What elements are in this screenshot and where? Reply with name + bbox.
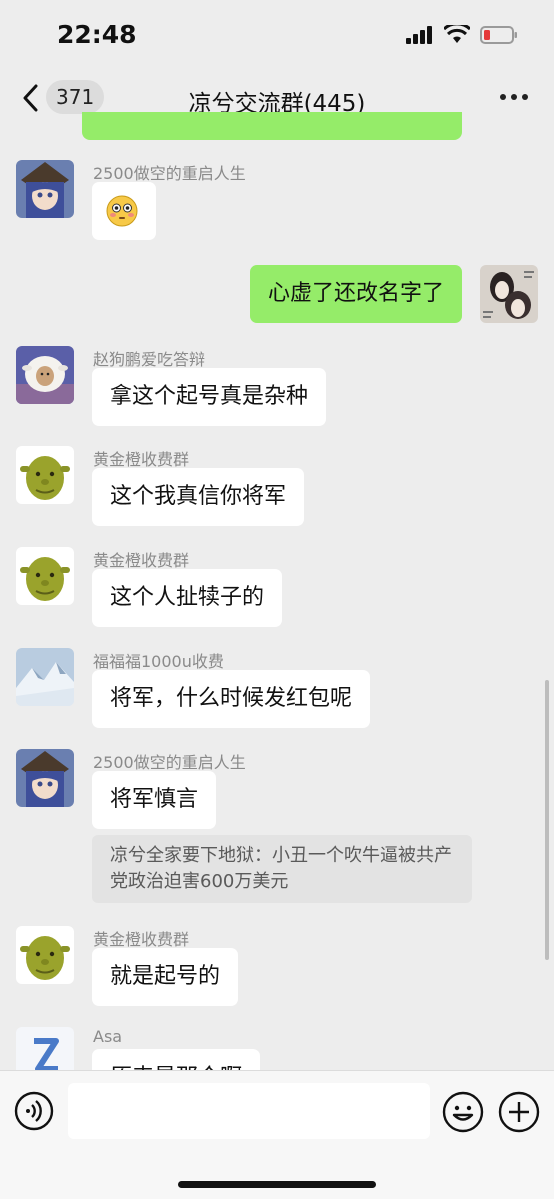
- list-item: 福福福1000u收费 将军，什么时候发红包呢: [16, 648, 536, 738]
- plus-icon[interactable]: [498, 1091, 540, 1133]
- list-item: Asa 原来是那个啊: [16, 1027, 536, 1070]
- shrek-avatar[interactable]: [16, 446, 74, 504]
- snow-mountain-avatar[interactable]: [16, 648, 74, 706]
- battery-icon: [480, 26, 517, 44]
- self-message-bubble[interactable]: 心虚了还改名字了: [249, 265, 462, 323]
- message-bubble[interactable]: [92, 182, 156, 240]
- list-item: 赵狗鹏爱吃答辩 拿这个起号真是杂种: [16, 346, 536, 436]
- list-item: 2500做空的重启人生: [16, 160, 536, 250]
- home-indicator: [178, 1181, 376, 1188]
- flushed-face-icon: [106, 195, 138, 227]
- letter-z-avatar[interactable]: [16, 1027, 74, 1070]
- voice-icon[interactable]: [14, 1091, 54, 1131]
- anime-girl-avatar[interactable]: [16, 749, 74, 807]
- sender-name: 赵狗鹏爱吃答辩: [93, 350, 206, 369]
- message-bubble[interactable]: 将军慎言: [92, 771, 217, 829]
- emoji-icon[interactable]: [442, 1091, 484, 1133]
- list-item: 黄金橙收费群 这个人扯犊子的: [16, 547, 536, 637]
- message-bubble[interactable]: 就是起号的: [92, 948, 239, 1006]
- sender-name: 黄金橙收费群: [93, 551, 190, 570]
- sender-name: 福福福1000u收费: [93, 652, 224, 671]
- message-bubble[interactable]: 原来是那个啊: [92, 1049, 261, 1070]
- message-bubble[interactable]: 将军，什么时候发红包呢: [92, 670, 371, 728]
- shrek-avatar[interactable]: [16, 547, 74, 605]
- sheep-mask-avatar[interactable]: [16, 346, 74, 404]
- shrek-avatar[interactable]: [16, 926, 74, 984]
- scrollbar[interactable]: [545, 680, 549, 960]
- more-dots-icon[interactable]: [500, 94, 528, 100]
- message-bubble[interactable]: 拿这个起号真是杂种: [92, 368, 327, 426]
- sender-name: 黄金橙收费群: [93, 930, 190, 949]
- list-item: 黄金橙收费群 这个我真信你将军: [16, 446, 536, 536]
- status-time: 22:48: [57, 20, 137, 49]
- message-bubble[interactable]: 这个人扯犊子的: [92, 569, 283, 627]
- manga-couple-avatar[interactable]: [480, 265, 538, 323]
- message-list[interactable]: 2500做空的重启人生 心虚了还改名字了 赵狗鹏爱吃答辩 拿这个起号真是杂种 黄…: [0, 128, 554, 1070]
- sender-name: Asa: [93, 1027, 123, 1046]
- quoted-message[interactable]: 凉兮全家要下地狱：小丑一个吹牛逼被共产党政治迫害600万美元: [92, 835, 472, 903]
- message-bubble[interactable]: 这个我真信你将军: [92, 468, 305, 526]
- list-item: 2500做空的重启人生 将军慎言 凉兮全家要下地狱：小丑一个吹牛逼被共产党政治迫…: [16, 749, 536, 909]
- sender-name: 2500做空的重启人生: [93, 164, 246, 183]
- anime-girl-avatar[interactable]: [16, 160, 74, 218]
- input-bar: [0, 1070, 554, 1199]
- sender-name: 黄金橙收费群: [93, 450, 190, 469]
- status-bar: 22:48: [0, 0, 554, 70]
- wifi-icon: [444, 25, 470, 43]
- list-item-self: 心虚了还改名字了: [118, 265, 538, 325]
- signal-icon: [406, 26, 432, 44]
- sender-name: 2500做空的重启人生: [93, 753, 246, 772]
- message-input[interactable]: [68, 1083, 430, 1139]
- list-item: 黄金橙收费群 就是起号的: [16, 926, 536, 1016]
